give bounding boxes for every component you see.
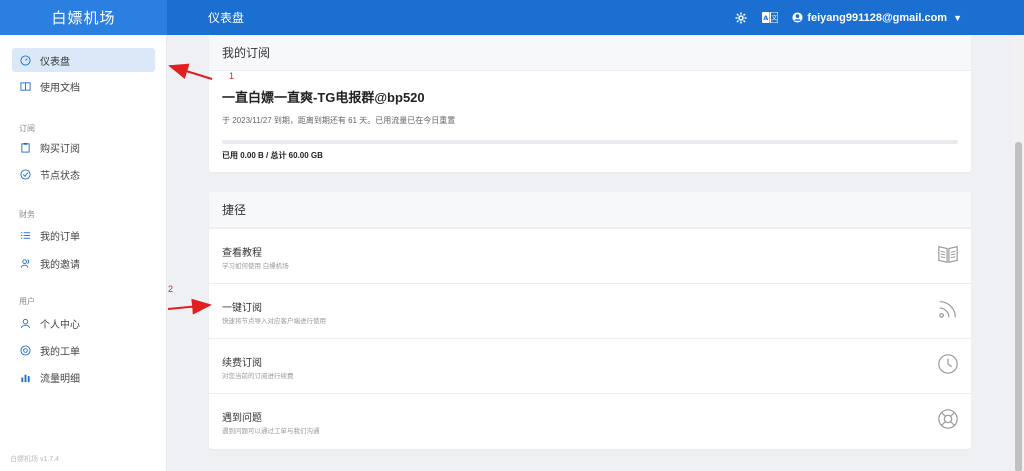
sidebar-item-label: 节点状态: [40, 170, 80, 182]
shortcut-title: 查看教程: [222, 248, 262, 259]
top-bar: 白嫖机场 仪表盘 A文 feiyang991128@gmail.com ▼: [0, 0, 1024, 35]
dashboard-icon: [20, 54, 31, 66]
shortcuts-card: 捷径 查看教程 学习如何使用 白嫖机场 一键订阅 快速将节点导入对应客户端进行使…: [209, 192, 971, 449]
shortcut-get-help[interactable]: 遇到问题 遇到问题可以通过工单与我们沟通: [209, 393, 971, 448]
sidebar-item-label: 我的邀请: [40, 259, 80, 271]
annotation-arrow-2: [167, 298, 212, 315]
shortcut-title: 续费订阅: [222, 358, 262, 369]
app-version: 白嫖机场 v1.7.4: [10, 456, 60, 463]
brand-logo[interactable]: 白嫖机场: [0, 0, 167, 35]
rss-icon: [939, 301, 956, 318]
chevron-down-icon: ▼: [953, 12, 962, 23]
annotation-label-1: 1: [229, 71, 235, 81]
header-actions: A文 feiyang991128@gmail.com ▼: [734, 11, 962, 25]
annotation-label-2: 2: [168, 284, 174, 294]
user-email: feiyang991128@gmail.com: [807, 11, 948, 24]
sidebar-item-docs[interactable]: 使用文档: [12, 74, 155, 98]
gear-icon[interactable]: [734, 11, 748, 25]
expiry-text: 于 2023/11/27 到期，距离到期还有 61 天。已用流量已在今日重置: [222, 116, 456, 125]
users-icon: [20, 258, 30, 268]
sidebar-item-invites[interactable]: 我的邀请: [12, 251, 155, 275]
sidebar-item-traffic[interactable]: 流量明细: [12, 365, 155, 389]
sidebar-item-label: 仪表盘: [40, 56, 70, 68]
svg-text:文: 文: [772, 14, 778, 22]
user-menu[interactable]: feiyang991128@gmail.com ▼: [792, 12, 962, 24]
annotation-arrow-1: [168, 63, 213, 80]
subscription-card: 我的订阅 一直白嫖一直爽-TG电报群@bp520 于 2023/11/27 到期…: [209, 35, 971, 172]
shortcut-view-tutorial[interactable]: 查看教程 学习如何使用 白嫖机场: [209, 228, 971, 283]
shortcut-title: 遇到问题: [222, 413, 262, 424]
shortcut-desc: 对您当前的订阅进行续费: [222, 373, 294, 380]
shortcut-desc: 快速将节点导入对应客户端进行使用: [222, 318, 326, 325]
svg-text:A: A: [764, 14, 769, 22]
plan-name: 一直白嫖一直爽-TG电报群@bp520: [222, 90, 425, 105]
clipboard-icon: [21, 142, 30, 153]
shortcut-renew-subscription[interactable]: 续费订阅 对您当前的订阅进行续费: [209, 338, 971, 393]
sidebar: 仪表盘 使用文档 订阅 购买订阅 节点状态 财务 我的订单 我的邀请 用户 个人…: [0, 35, 167, 471]
subscription-card-title: 我的订阅: [209, 35, 971, 71]
nav-group-finance: 财务: [19, 210, 35, 219]
sidebar-item-node-status[interactable]: 节点状态: [12, 162, 155, 186]
clock-icon: [938, 354, 958, 374]
check-circle-icon: [20, 168, 31, 180]
book-icon: [20, 81, 31, 91]
sidebar-item-label: 个人中心: [40, 319, 80, 331]
sidebar-item-tickets[interactable]: 我的工单: [12, 338, 155, 362]
nav-group-subscription: 订阅: [19, 124, 35, 133]
shortcut-desc: 遇到问题可以通过工单与我们沟通: [222, 428, 320, 435]
list-icon: [20, 231, 31, 239]
user-icon: [20, 318, 31, 328]
traffic-progress-bar: [222, 140, 958, 144]
support-icon: [20, 344, 31, 356]
sidebar-item-buy-subscription[interactable]: 购买订阅: [12, 135, 155, 159]
page-scrollbar[interactable]: [1013, 35, 1024, 471]
sidebar-item-label: 我的订单: [40, 231, 80, 243]
shortcut-one-click-subscribe[interactable]: 一键订阅 快速将节点导入对应客户端进行使用: [209, 283, 971, 338]
sidebar-item-profile[interactable]: 个人中心: [12, 311, 155, 335]
sidebar-item-label: 我的工单: [40, 346, 80, 358]
translate-icon[interactable]: A文: [762, 11, 779, 25]
sidebar-item-label: 使用文档: [40, 82, 80, 94]
page-title: 仪表盘: [208, 11, 245, 25]
shortcut-desc: 学习如何使用 白嫖机场: [222, 263, 289, 270]
sidebar-item-dashboard[interactable]: 仪表盘: [12, 48, 155, 72]
sidebar-item-orders[interactable]: 我的订单: [12, 223, 155, 247]
bar-chart-icon: [21, 374, 30, 382]
shortcuts-card-title: 捷径: [209, 192, 971, 228]
sidebar-item-label: 流量明细: [40, 373, 80, 385]
sidebar-item-label: 购买订阅: [40, 143, 80, 155]
scrollbar-thumb[interactable]: [1015, 142, 1022, 471]
lifebuoy-icon: [938, 409, 958, 429]
nav-group-user: 用户: [19, 297, 35, 306]
user-circle-icon: [792, 12, 803, 23]
traffic-usage-text: 已用 0.00 B / 总计 60.00 GB: [222, 151, 323, 160]
open-book-icon: [938, 245, 958, 263]
shortcut-title: 一键订阅: [222, 303, 262, 314]
